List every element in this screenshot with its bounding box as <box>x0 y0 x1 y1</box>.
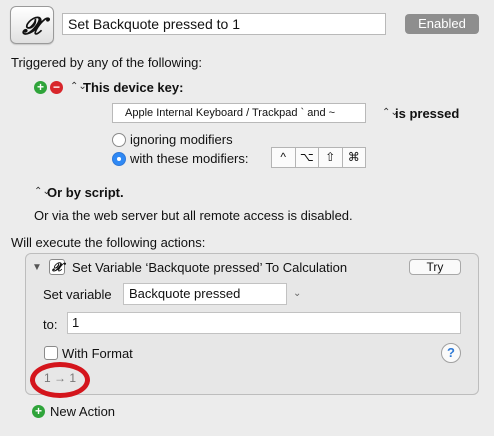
to-label: to: <box>43 317 58 332</box>
or-by-script-label[interactable]: Or by script. <box>47 185 124 200</box>
calculation-field[interactable]: 1 <box>67 312 461 334</box>
help-button[interactable]: ? <box>441 343 461 363</box>
macro-icon[interactable]: 𝓧 <box>10 6 54 44</box>
device-key-label[interactable]: This device key: <box>83 80 183 95</box>
new-action-label[interactable]: New Action <box>50 404 115 419</box>
remove-trigger-icon[interactable]: − <box>50 81 63 94</box>
action-calculator-icon: 𝓧 <box>49 259 65 275</box>
chevron-down-icon[interactable]: ⌄ <box>293 288 301 299</box>
with-format-checkbox[interactable] <box>44 346 58 360</box>
macro-name-field[interactable]: Set Backquote pressed to 1 <box>62 13 386 35</box>
actions-heading: Will execute the following actions: <box>11 235 206 250</box>
with-format-label: With Format <box>62 346 133 361</box>
with-modifiers-label: with these modifiers: <box>130 151 249 166</box>
ignoring-modifiers-label: ignoring modifiers <box>130 132 233 147</box>
enabled-button[interactable]: Enabled <box>405 14 479 34</box>
new-action-add-icon[interactable]: + <box>32 405 45 418</box>
command-key-button[interactable]: ⌘ <box>341 147 366 168</box>
modifier-keys-group: ^ ⌥ ⇧ ⌘ <box>271 147 366 168</box>
calculator-x-icon: 𝓧 <box>22 10 42 40</box>
variable-name-field[interactable]: Backquote pressed <box>123 283 287 305</box>
highlight-ellipse <box>30 362 90 398</box>
option-key-button[interactable]: ⌥ <box>294 147 319 168</box>
add-trigger-icon[interactable]: + <box>34 81 47 94</box>
web-server-note: Or via the web server but all remote acc… <box>34 208 353 223</box>
action-title[interactable]: Set Variable ‘Backquote pressed’ To Calc… <box>72 260 347 275</box>
control-key-button[interactable]: ^ <box>271 147 296 168</box>
disclosure-triangle-icon[interactable]: ▼ <box>32 262 42 273</box>
ignoring-modifiers-radio[interactable] <box>112 133 126 147</box>
set-variable-label: Set variable <box>43 287 112 302</box>
condition-popup[interactable]: is pressed <box>395 106 459 121</box>
device-key-field[interactable]: Apple Internal Keyboard / Trackpad ` and… <box>112 103 366 123</box>
with-modifiers-radio[interactable] <box>112 152 126 166</box>
triggered-heading: Triggered by any of the following: <box>11 55 203 70</box>
calculator-x-small-icon: 𝓧 <box>52 259 62 274</box>
try-button[interactable]: Try <box>409 259 461 275</box>
shift-key-button[interactable]: ⇧ <box>318 147 343 168</box>
